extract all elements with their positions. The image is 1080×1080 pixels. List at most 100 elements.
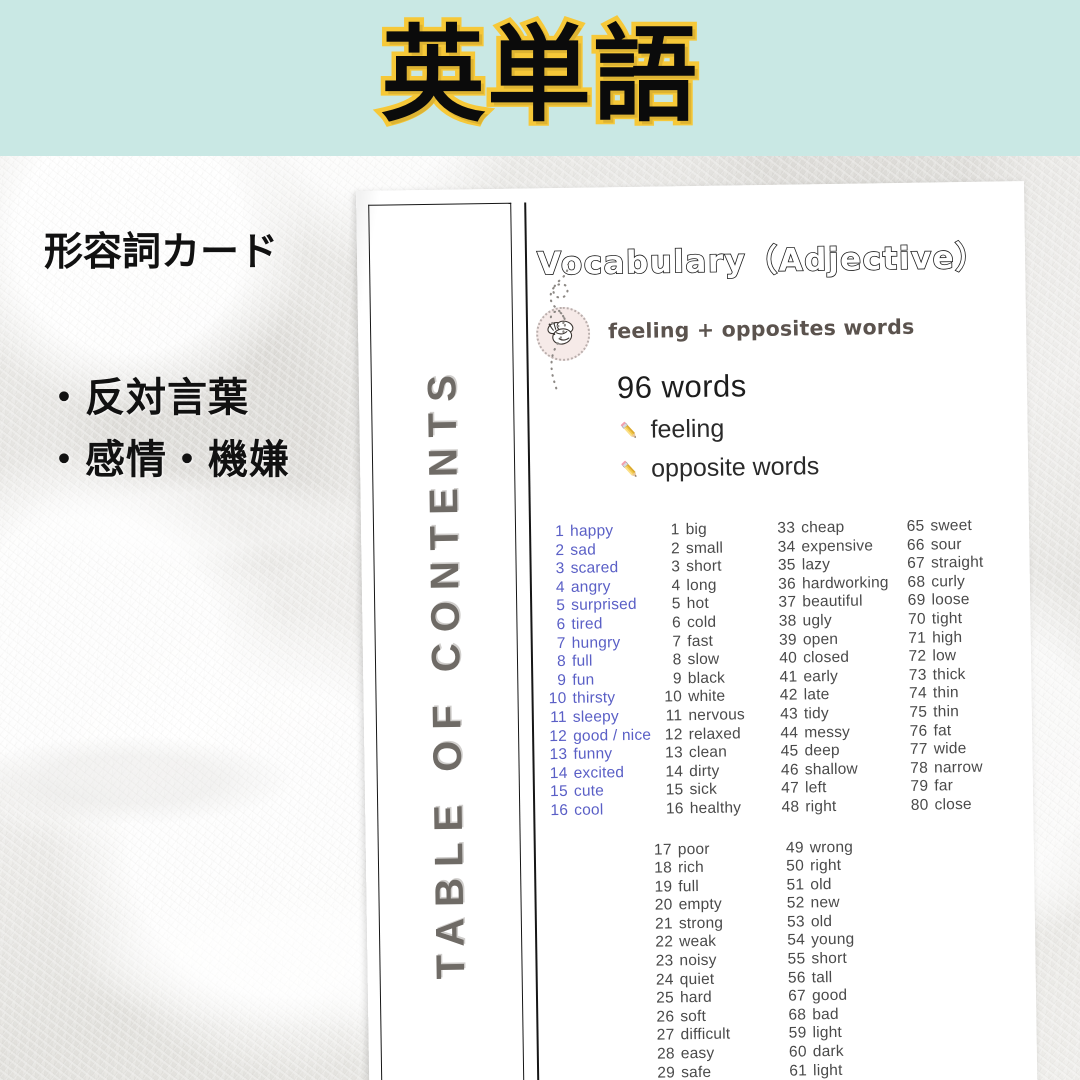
word-number: 50: [786, 857, 805, 875]
word-number: 66: [906, 536, 925, 554]
word-text: nervous: [688, 706, 746, 725]
word-text: high: [932, 628, 963, 647]
word-text: wrong: [809, 838, 854, 856]
word-text: dirty: [689, 762, 720, 780]
word-text: happy: [569, 522, 614, 540]
word-number: 40: [779, 649, 798, 667]
word-text: sick: [689, 781, 718, 799]
word-text: closed: [803, 648, 850, 667]
annotation-list: ・反対言葉 ・感情・機嫌: [44, 367, 344, 491]
word-text: big: [685, 520, 708, 539]
word-entry: 21 strong: [650, 914, 782, 935]
word-entry: 52 new: [781, 893, 899, 913]
word-number: 9: [672, 669, 682, 688]
word-number: 22: [655, 933, 674, 952]
page-surface: TABLE OF CONTENTS Vocabulary（Adjective）: [356, 181, 1038, 1080]
word-entry: 76 fat: [904, 721, 1020, 741]
word-number: 16: [550, 801, 569, 820]
word-entry: 67 good: [783, 986, 901, 1006]
word-number: 69: [907, 591, 926, 610]
word-text: dark: [812, 1042, 844, 1061]
word-text: full: [571, 652, 593, 670]
word-text: long: [686, 576, 717, 594]
word-text: short: [686, 557, 722, 576]
table-of-contents-panel: TABLE OF CONTENTS: [368, 202, 525, 1080]
word-entry: 80 close: [905, 795, 1021, 815]
word-entry: 11 sleepy: [544, 707, 660, 727]
annotation-item: ・感情・機嫌: [44, 436, 290, 483]
word-entry: 11 nervous: [659, 706, 775, 726]
word-entry: 53 old: [782, 912, 900, 932]
word-number: 52: [786, 894, 805, 912]
word-entry: 77 wide: [905, 739, 1021, 759]
printed-page: TABLE OF CONTENTS Vocabulary（Adjective）: [356, 181, 1038, 1080]
word-entry: 2 small: [657, 538, 773, 558]
word-text: light: [812, 1061, 843, 1079]
word-entry: 7 hungry: [543, 633, 659, 653]
word-number: 67: [788, 987, 807, 1005]
word-number: 5: [671, 595, 681, 613]
word-column: 49 wrong 50 right 51 old 52 new 53 old 54 young 55 sh…: [781, 838, 903, 1080]
word-entry: 10 thirsty: [543, 689, 659, 709]
word-number: 7: [556, 634, 566, 652]
banner-title: 英単語: [376, 14, 701, 136]
word-number: 33: [777, 519, 796, 537]
word-number: 15: [549, 783, 569, 801]
word-entry: 7 fast: [658, 631, 774, 651]
word-entry: 70 tight: [903, 609, 1019, 629]
word-text: poor: [677, 840, 710, 858]
word-text: thick: [932, 665, 966, 684]
word-number: 73: [908, 666, 927, 684]
word-text: safe: [680, 1063, 712, 1080]
word-number: 68: [907, 573, 926, 591]
word-text: clean: [688, 743, 728, 762]
word-entry: 54 young: [782, 930, 900, 950]
word-entry: 23 noisy: [650, 951, 782, 972]
bullet-label: feeling: [650, 414, 725, 444]
bullet-label: opposite words: [650, 452, 820, 483]
word-text: surprised: [571, 596, 637, 615]
word-text: sleepy: [572, 708, 619, 726]
word-number: 20: [654, 896, 673, 914]
word-number: 36: [778, 575, 797, 593]
word-entry: 16 cool: [545, 800, 661, 820]
word-entry: 22 weak: [650, 932, 782, 953]
word-number: 71: [908, 629, 927, 647]
word-text: healthy: [689, 799, 742, 818]
word-number: 1: [670, 521, 680, 539]
word-text: sour: [930, 535, 962, 554]
word-entry: 68 bad: [783, 1005, 901, 1025]
pencil-icon: [620, 421, 636, 438]
word-number: 80: [910, 796, 929, 814]
word-text: thin: [933, 703, 960, 721]
word-number: 53: [786, 913, 806, 931]
word-entry: 42 late: [775, 685, 905, 706]
word-number: 3: [671, 558, 681, 576]
word-text: empty: [678, 895, 722, 914]
word-list-bottom: 17 poor 18 rich 19 full 20 empty 21 strong 22 weak 2…: [649, 836, 1026, 1080]
word-number: 48: [781, 798, 800, 816]
word-entry: 39 open: [774, 629, 904, 650]
word-entry: 24 quiet: [651, 969, 783, 990]
word-text: tidy: [803, 704, 830, 723]
word-number: 4: [555, 578, 566, 596]
word-entry: 18 rich: [649, 858, 781, 879]
word-number: 1: [555, 522, 565, 541]
word-number: 14: [549, 764, 568, 782]
word-text: curly: [931, 572, 966, 591]
word-entry: 3 short: [657, 557, 773, 577]
word-text: lazy: [801, 556, 831, 574]
word-text: hungry: [571, 633, 621, 652]
word-text: small: [685, 539, 724, 557]
word-entry: 6 tired: [542, 615, 658, 635]
word-number: 34: [777, 538, 796, 556]
word-entry: 2 sad: [541, 540, 657, 560]
word-text: close: [934, 795, 972, 814]
word-text: weak: [679, 933, 717, 951]
word-text: late: [803, 686, 830, 704]
word-text: black: [687, 669, 726, 687]
word-entry: 59 light: [783, 1023, 901, 1043]
word-text: ugly: [802, 611, 832, 630]
word-number: 43: [780, 705, 799, 723]
word-number: 6: [671, 614, 682, 632]
